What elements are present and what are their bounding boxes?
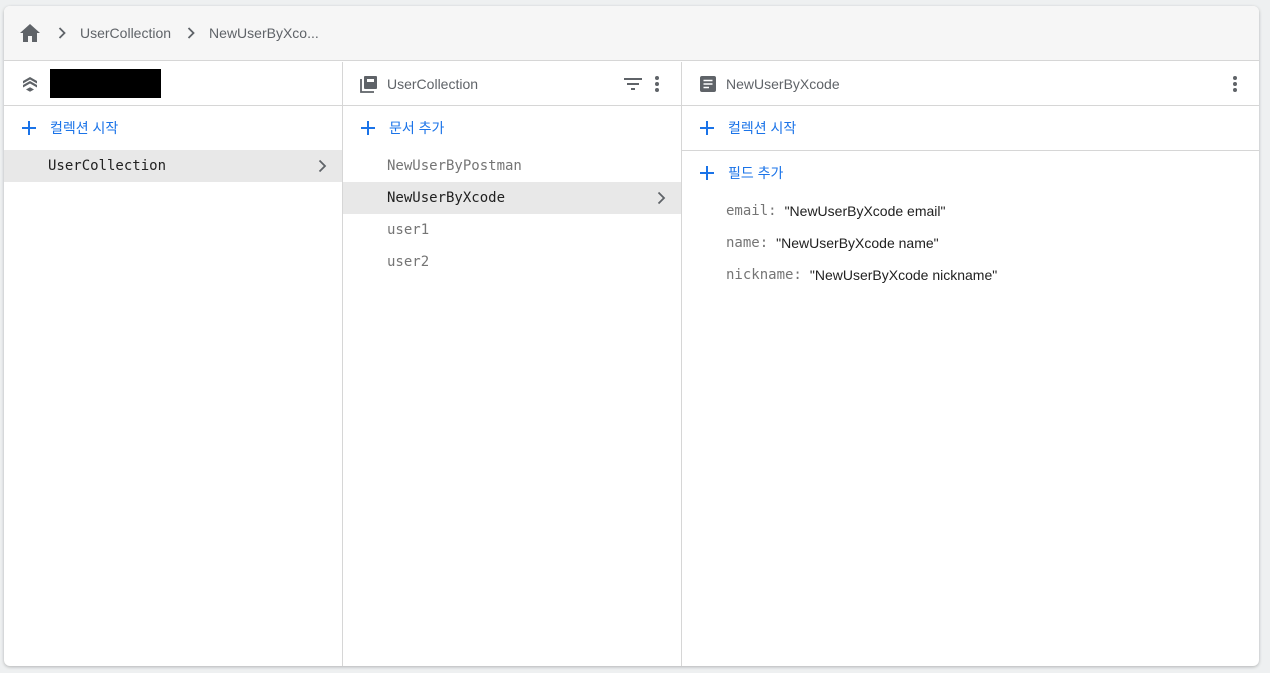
field-key: nickname:	[726, 267, 802, 283]
chevron-right-icon	[54, 25, 70, 41]
document-item[interactable]: user1	[343, 214, 681, 246]
start-collection-button[interactable]: 컬렉션 시작	[4, 106, 342, 150]
document-item-selected[interactable]: NewUserByXcode	[343, 182, 681, 214]
collection-item-usercollection[interactable]: UserCollection	[4, 150, 342, 182]
field-row-nickname[interactable]: nickname: "NewUserByXcode nickname"	[682, 259, 1259, 291]
document-id: user1	[387, 222, 430, 238]
start-collection-label: 컬렉션 시작	[728, 120, 797, 136]
field-value: "NewUserByXcode email"	[784, 203, 946, 219]
collection-panel-header: UserCollection	[343, 62, 681, 106]
firestore-data-viewer: UserCollection NewUserByXco... 컬렉션 시작 Us…	[4, 6, 1259, 666]
plus-icon	[698, 164, 716, 182]
panels: 컬렉션 시작 UserCollection UserCollection 문서 …	[4, 62, 1259, 666]
field-key: name:	[726, 235, 769, 251]
plus-icon	[359, 119, 377, 137]
add-field-button[interactable]: 필드 추가	[682, 151, 1259, 195]
start-subcollection-button[interactable]: 컬렉션 시작	[682, 106, 1259, 150]
field-value: "NewUserByXcode nickname"	[809, 267, 998, 283]
collection-icon	[359, 74, 379, 94]
root-panel-header	[4, 62, 342, 106]
start-collection-label: 컬렉션 시작	[50, 120, 119, 136]
document-panel-header: NewUserByXcode	[682, 62, 1259, 106]
chevron-right-icon	[657, 191, 666, 205]
document-icon	[698, 74, 718, 94]
add-field-label: 필드 추가	[728, 165, 784, 181]
document-item[interactable]: NewUserByPostman	[343, 150, 681, 182]
collection-name: UserCollection	[48, 158, 167, 174]
root-panel: 컬렉션 시작 UserCollection	[4, 62, 343, 666]
document-id: NewUserByPostman	[387, 158, 522, 174]
home-icon[interactable]	[18, 21, 42, 45]
breadcrumb-item-document[interactable]: NewUserByXco...	[209, 25, 319, 41]
more-vert-icon[interactable]	[645, 72, 669, 96]
firestore-stack-icon	[20, 74, 40, 94]
document-panel: NewUserByXcode 컬렉션 시작 필드 추가 email: "NewU…	[682, 62, 1259, 666]
document-title: NewUserByXcode	[726, 75, 840, 92]
field-value: "NewUserByXcode name"	[776, 235, 939, 251]
document-item[interactable]: user2	[343, 246, 681, 278]
chevron-right-icon	[318, 159, 327, 173]
more-vert-icon[interactable]	[1223, 72, 1247, 96]
field-row-name[interactable]: name: "NewUserByXcode name"	[682, 227, 1259, 259]
document-id: user2	[387, 254, 430, 270]
collection-title: UserCollection	[387, 75, 479, 92]
redacted-project-name	[50, 69, 161, 98]
collection-panel: UserCollection 문서 추가 NewUserByPostman Ne…	[343, 62, 682, 666]
breadcrumb: UserCollection NewUserByXco...	[4, 6, 1259, 61]
plus-icon	[20, 119, 38, 137]
chevron-right-icon	[183, 25, 199, 41]
add-document-button[interactable]: 문서 추가	[343, 106, 681, 150]
document-id: NewUserByXcode	[387, 190, 506, 206]
plus-icon	[698, 119, 716, 137]
add-document-label: 문서 추가	[389, 120, 445, 136]
breadcrumb-item-collection[interactable]: UserCollection	[80, 25, 171, 41]
field-key: email:	[726, 203, 777, 219]
field-row-email[interactable]: email: "NewUserByXcode email"	[682, 195, 1259, 227]
filter-icon[interactable]	[621, 72, 645, 96]
